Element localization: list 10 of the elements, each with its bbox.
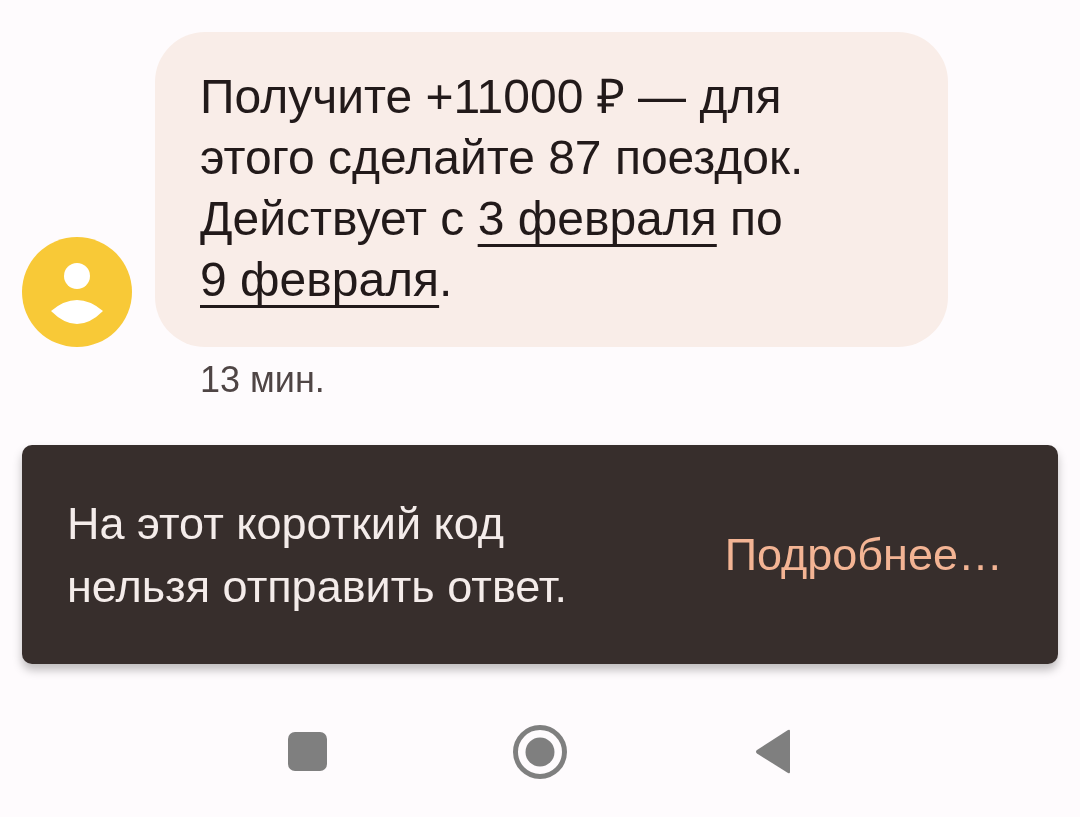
more-button[interactable]: Подробнее… (724, 527, 1003, 582)
home-icon[interactable] (513, 724, 567, 779)
back-icon[interactable] (754, 729, 792, 774)
avatar-icon (22, 237, 132, 347)
date-link[interactable]: 3 февраля (477, 192, 717, 245)
snackbar-message: На этот короткий код нельзя отправить ответ. (67, 496, 568, 614)
message-time: 13 мин. (200, 359, 325, 400)
square-icon[interactable] (287, 732, 327, 771)
message-text: Получите +11000 ₽ — для этого сделайте 87 поездок. Действует с 3 февраля по 9 февраля. (200, 69, 805, 308)
date-link[interactable]: 9 февраля (200, 253, 440, 306)
